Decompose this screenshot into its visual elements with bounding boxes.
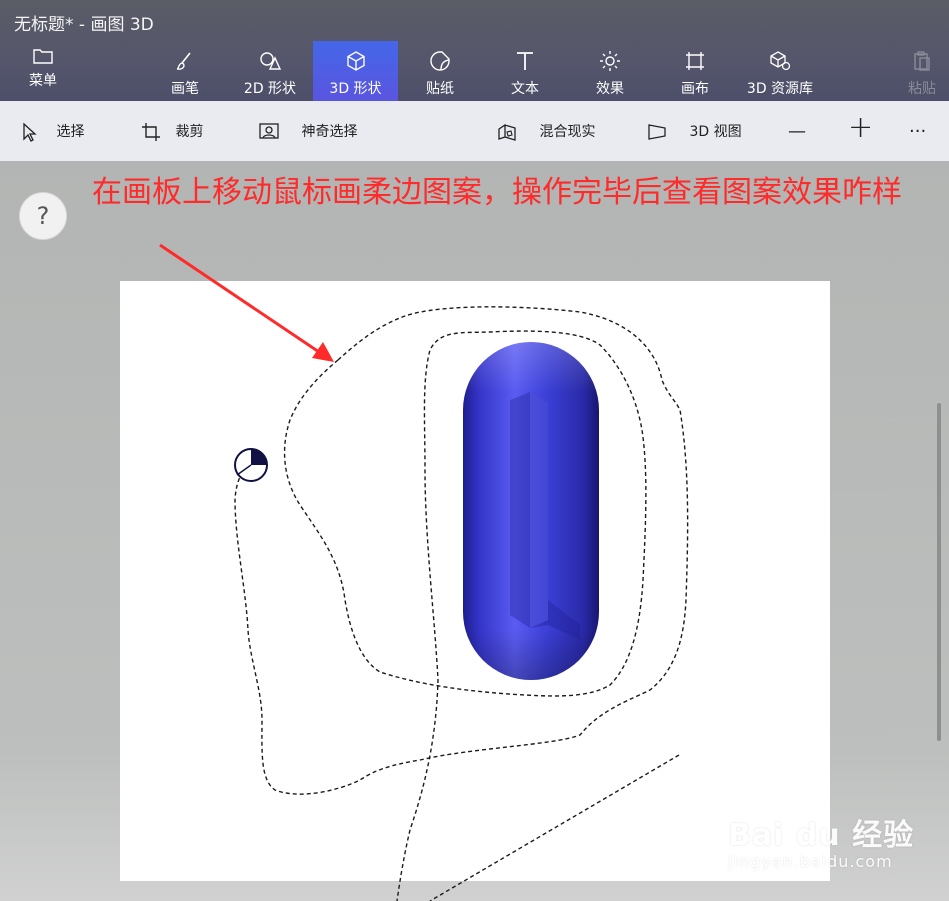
minus-icon: — bbox=[788, 121, 806, 142]
tool-text[interactable]: 文本 bbox=[483, 41, 567, 101]
zoom-in-button[interactable]: + bbox=[848, 113, 873, 143]
tool-canvas-label: 画布 bbox=[681, 81, 709, 97]
tool-effects-label: 效果 bbox=[596, 81, 624, 97]
tool-sticker-label: 贴纸 bbox=[426, 81, 454, 97]
tool-3d-library[interactable]: 3D 资源库 bbox=[738, 41, 822, 101]
tool-2d-shapes-label: 2D 形状 bbox=[243, 81, 297, 97]
3d-view-label: 3D 视图 bbox=[689, 124, 742, 140]
3d-library-icon bbox=[738, 41, 822, 78]
select-cursor-icon bbox=[23, 122, 37, 142]
2d-shapes-icon bbox=[228, 41, 312, 78]
mixed-reality-button[interactable]: 混合现实 bbox=[497, 119, 595, 145]
tool-2d-shapes[interactable]: 2D 形状 bbox=[228, 41, 312, 101]
3d-view-icon bbox=[648, 124, 666, 140]
window-title: 无标题* - 画图 3D bbox=[14, 15, 154, 35]
tool-3d-shapes-label: 3D 形状 bbox=[329, 81, 382, 97]
tool-brush-label: 画笔 bbox=[171, 81, 199, 97]
crop-button[interactable]: 裁剪 bbox=[141, 119, 203, 145]
brush-icon bbox=[143, 41, 227, 78]
canvas-icon bbox=[653, 41, 737, 78]
plus-icon: + bbox=[848, 110, 874, 145]
tool-sticker[interactable]: 贴纸 bbox=[398, 41, 482, 101]
menu-label: 菜单 bbox=[29, 73, 57, 89]
crop-label: 裁剪 bbox=[175, 124, 204, 140]
sub-toolbar: 选择 裁剪 神奇选择 混合现实 3D 视图 — + ··· bbox=[0, 101, 949, 161]
3d-shapes-icon bbox=[313, 41, 398, 78]
help-button[interactable]: ? bbox=[19, 192, 67, 240]
mixed-reality-label: 混合现实 bbox=[539, 124, 596, 140]
crop-icon bbox=[142, 123, 160, 141]
sticker-icon bbox=[398, 41, 482, 78]
magic-select-label: 神奇选择 bbox=[301, 124, 358, 140]
paste-icon bbox=[895, 41, 949, 78]
text-icon bbox=[483, 41, 567, 78]
title-bar: 无标题* - 画图 3D 菜单 画笔 2D 形状 3D 形状 贴纸 文本 效果 … bbox=[0, 0, 949, 101]
effects-icon bbox=[568, 41, 652, 78]
vertical-scrollbar[interactable] bbox=[937, 403, 941, 741]
tool-paste[interactable]: 粘贴 bbox=[895, 41, 949, 101]
tool-paste-label: 粘贴 bbox=[908, 81, 936, 97]
tool-3d-library-label: 3D 资源库 bbox=[746, 81, 814, 97]
tool-3d-shapes[interactable]: 3D 形状 bbox=[313, 41, 398, 101]
tool-canvas[interactable]: 画布 bbox=[653, 41, 737, 101]
magic-select-icon bbox=[259, 123, 279, 139]
menu-button[interactable]: 菜单 bbox=[20, 46, 66, 96]
baidu-watermark: Bai du 经验 jingyan.baidu.com bbox=[728, 818, 915, 871]
3d-view-button[interactable]: 3D 视图 bbox=[647, 119, 742, 145]
folder-icon bbox=[20, 46, 66, 70]
magic-select-button[interactable]: 神奇选择 bbox=[259, 119, 357, 145]
select-label: 选择 bbox=[56, 124, 85, 140]
annotation-text: 在画板上移动鼠标画柔边图案，操作完毕后查看图案效果咋样 bbox=[92, 175, 902, 210]
tool-brush[interactable]: 画笔 bbox=[143, 41, 227, 101]
tool-effects[interactable]: 效果 bbox=[568, 41, 652, 101]
tool-text-label: 文本 bbox=[511, 81, 539, 97]
mixed-reality-icon bbox=[498, 123, 516, 141]
more-icon: ··· bbox=[909, 121, 927, 142]
drawing-canvas[interactable] bbox=[120, 281, 830, 881]
more-button[interactable]: ··· bbox=[909, 119, 926, 145]
select-button[interactable]: 选择 bbox=[22, 119, 84, 145]
zoom-out-button[interactable]: — bbox=[788, 119, 806, 145]
